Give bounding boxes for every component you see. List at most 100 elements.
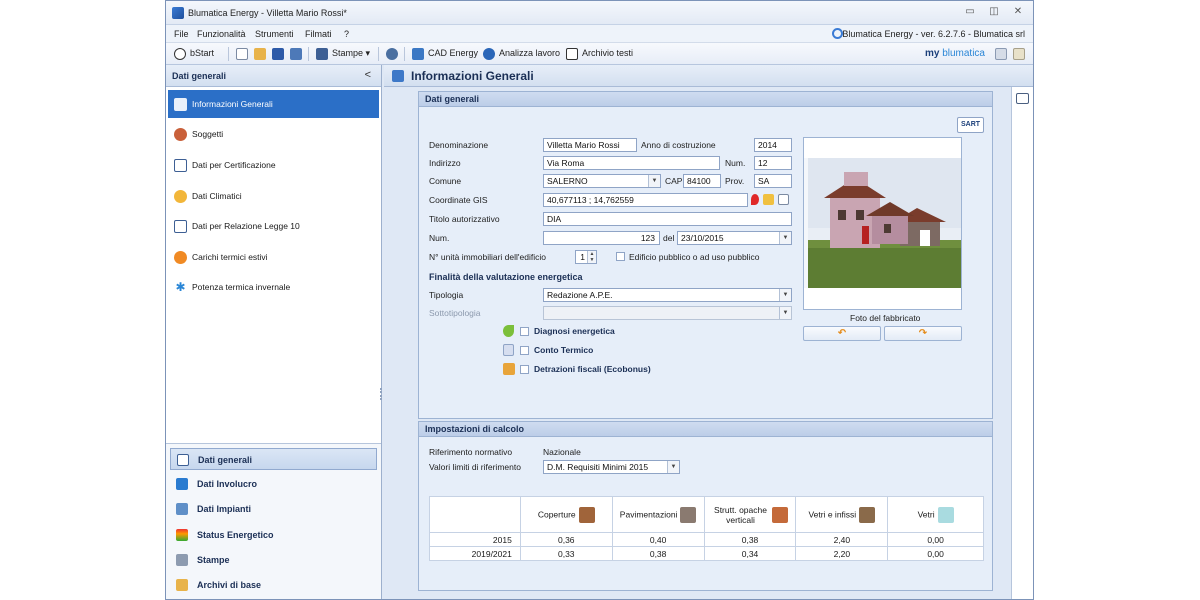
rotate-right-button[interactable]: ↷ [884, 326, 962, 341]
chevron-down-icon[interactable]: ▼ [648, 175, 660, 187]
minimize-icon[interactable]: ▭ [963, 6, 977, 18]
table-cell: 2,20 [795, 546, 889, 561]
title-bar: Blumatica Energy - Villetta Mario Rossi*… [166, 1, 1033, 25]
archivio-testi-button[interactable]: Archivio testi [582, 48, 633, 58]
menu-funzionalita[interactable]: Funzionalità [197, 29, 246, 39]
table-header-row: Coperture Pavimentazioni Strutt. opache … [429, 496, 984, 533]
sun-cloud-icon [174, 190, 187, 203]
header-vetri-infissi: Vetri e infissi [795, 496, 889, 533]
nav-potenza-invernale[interactable]: ✱ Potenza termica invernale [168, 273, 379, 301]
open-folder-icon[interactable] [254, 48, 266, 60]
snowflake-icon: ✱ [175, 280, 186, 294]
stampe-button[interactable]: Stampe ▾ [332, 48, 370, 59]
module-archivi-base[interactable]: Archivi di base [170, 574, 377, 596]
indirizzo-field[interactable]: Via Roma [543, 156, 720, 170]
support-icon[interactable] [832, 28, 843, 39]
diagnosi-checkbox[interactable] [520, 327, 529, 336]
menu-help[interactable]: ? [344, 29, 349, 39]
table-cell: 0,33 [519, 546, 613, 561]
header-vetri: Vetri [887, 496, 984, 533]
num-field[interactable]: 123 [543, 231, 660, 245]
chevron-down-icon[interactable]: ▼ [667, 461, 679, 473]
nav-dati-certificazione[interactable]: Dati per Certificazione [168, 151, 379, 179]
table-cell: 0,00 [887, 546, 984, 561]
num-civico-field[interactable]: 12 [754, 156, 792, 170]
copy-icon[interactable] [778, 194, 789, 205]
prov-field[interactable]: SA [754, 174, 792, 188]
splitter-handle[interactable] [380, 388, 382, 400]
denominazione-field[interactable]: Villetta Mario Rossi [543, 138, 637, 152]
collapse-sidebar-button[interactable]: < [365, 69, 371, 81]
module-dati-involucro[interactable]: Dati Involucro [170, 473, 377, 495]
side-panel-toggle-icon[interactable] [1016, 93, 1029, 104]
close-icon[interactable]: ✕ [1011, 6, 1025, 18]
header-pavimentazioni: Pavimentazioni [611, 496, 705, 533]
window-frame-icon [859, 506, 876, 523]
floor-icon [680, 506, 697, 523]
valori-limiti-label: Valori limiti di riferimento [429, 462, 521, 472]
edificio-pubblico-checkbox[interactable] [616, 252, 625, 261]
save-icon[interactable] [272, 48, 284, 60]
notes-icon[interactable] [1013, 48, 1025, 60]
titolo-field[interactable]: DIA [543, 212, 792, 226]
save-as-icon[interactable] [290, 48, 302, 60]
calendar-dropdown-icon[interactable]: ▼ [779, 232, 791, 244]
gis-field[interactable]: 40,677113 ; 14,762559 [543, 193, 748, 207]
chevron-down-icon[interactable]: ▼ [779, 307, 791, 319]
settings-gear-icon[interactable] [386, 48, 398, 60]
module-stampe[interactable]: Stampe [170, 549, 377, 571]
unita-stepper[interactable]: 1 ▲ ▼ [575, 250, 597, 264]
cap-field[interactable]: 84100 [683, 174, 721, 188]
plant-icon [176, 503, 188, 515]
app-icon [172, 7, 184, 19]
archive-texts-icon[interactable] [566, 48, 578, 60]
valori-limiti-select[interactable]: D.M. Requisiti Minimi 2015 ▼ [543, 460, 680, 474]
nav-soggetti[interactable]: Soggetti [168, 120, 379, 148]
rotate-left-button[interactable]: ↶ [803, 326, 881, 341]
cad-energy-button[interactable]: CAD Energy [428, 48, 478, 58]
tipologia-select[interactable]: Redazione A.P.E. ▼ [543, 288, 792, 302]
titolo-label: Titolo autorizzativo [429, 214, 500, 224]
conto-termico-checkbox[interactable] [520, 346, 529, 355]
module-status-energetico[interactable]: Status Energetico [170, 524, 377, 546]
num-label: Num. [429, 233, 450, 243]
anno-costruzione-field[interactable]: 2014 [754, 138, 792, 152]
del-label: del [663, 233, 675, 243]
calc-settings-panel: Impostazioni di calcolo Riferimento norm… [418, 421, 993, 591]
print-icon[interactable] [316, 48, 328, 60]
account-icon[interactable] [995, 48, 1007, 60]
bstart-icon[interactable] [174, 48, 186, 60]
printer-icon [176, 554, 188, 566]
detrazioni-checkbox[interactable] [520, 365, 529, 374]
money-icon [503, 363, 515, 375]
stepper-arrows-icon[interactable]: ▲ ▼ [587, 251, 596, 263]
conto-termico-label: Conto Termico [534, 345, 594, 355]
nav-carichi-estivi[interactable]: Carichi termici estivi [168, 243, 379, 271]
map-icon[interactable] [763, 194, 774, 205]
menu-strumenti[interactable]: Strumenti [255, 29, 294, 39]
module-dati-generali[interactable]: Dati generali [170, 448, 377, 470]
chevron-down-icon[interactable]: ▼ [779, 289, 791, 301]
general-data-header: Dati generali [419, 92, 992, 107]
module-dati-impianti[interactable]: Dati Impianti [170, 498, 377, 520]
main-header: Informazioni Generali [384, 65, 1033, 87]
nav-relazione-legge-10[interactable]: Dati per Relazione Legge 10 [168, 212, 379, 240]
blumatica-logo: my blumatica [924, 48, 985, 59]
comune-select[interactable]: SALERNO ▼ [543, 174, 661, 188]
menu-filmati[interactable]: Filmati [305, 29, 332, 39]
nav-dati-climatici[interactable]: Dati Climatici [168, 182, 379, 210]
map-pin-icon[interactable] [751, 194, 759, 205]
cad-icon[interactable] [412, 48, 424, 60]
date-field[interactable]: 23/10/2015 ▼ [677, 231, 792, 245]
sottotipologia-select[interactable]: ▼ [543, 306, 792, 320]
bstart-button[interactable]: bStart [190, 48, 214, 58]
edificio-pubblico-label: Edificio pubblico o ad uso pubblico [629, 252, 760, 262]
maximize-icon[interactable]: ◫ [987, 6, 1001, 18]
nav-informazioni-generali[interactable]: Informazioni Generali [168, 90, 379, 118]
new-file-icon[interactable] [236, 48, 248, 60]
menu-file[interactable]: File [174, 29, 189, 39]
row-year: 2015 [429, 532, 521, 547]
sart-button[interactable]: SART [957, 117, 984, 133]
analyze-icon[interactable] [483, 48, 495, 60]
analizza-lavoro-button[interactable]: Analizza lavoro [499, 48, 560, 58]
